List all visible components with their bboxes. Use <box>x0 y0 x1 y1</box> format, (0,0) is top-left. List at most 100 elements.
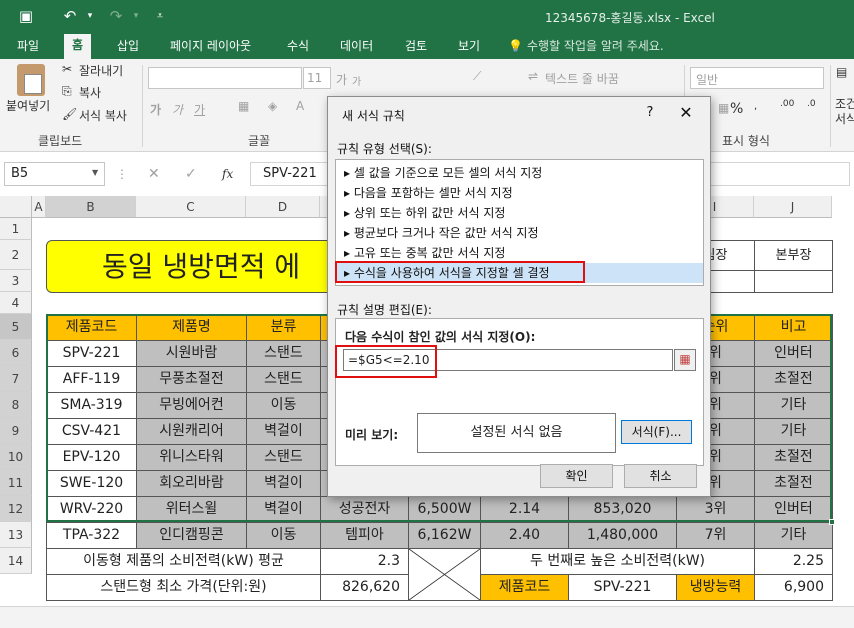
summary-value[interactable]: 6,900 <box>754 574 833 601</box>
table-cell[interactable]: EPV-120 <box>46 444 137 471</box>
row-header[interactable]: 13 <box>0 522 32 548</box>
table-cell[interactable]: 성공전자 <box>320 496 409 523</box>
table-cell[interactable]: 초절전 <box>754 470 833 497</box>
summary-key[interactable]: 제품코드 <box>480 574 569 601</box>
table-cell[interactable]: 6,500W <box>408 496 481 523</box>
name-box-dropdown-icon[interactable]: ▼ <box>92 168 98 177</box>
borders-icon[interactable]: ▦ <box>238 99 249 113</box>
table-cell[interactable]: 벽걸이 <box>246 496 321 523</box>
table-header-cell[interactable]: 제품코드 <box>46 314 137 341</box>
close-button[interactable]: ✕ <box>676 103 696 122</box>
increase-decimal-icon[interactable]: .00 <box>780 99 794 109</box>
row-header[interactable]: 1 <box>0 218 32 240</box>
table-cell[interactable]: 템피아 <box>320 522 409 549</box>
format-painter-button[interactable]: 서식 복사 <box>79 107 127 124</box>
tab-formulas[interactable]: 수식 <box>287 37 309 59</box>
tell-me-box[interactable]: 수행할 작업을 알려 주세요. <box>527 37 664 59</box>
table-cell[interactable]: 인버터 <box>754 340 833 367</box>
table-cell[interactable]: 위니스타워 <box>136 444 247 471</box>
row-header[interactable]: 11 <box>0 470 32 496</box>
table-cell[interactable]: 벽걸이 <box>246 470 321 497</box>
row-header[interactable]: 6 <box>0 340 32 366</box>
rule-type-item[interactable]: ▸ 상위 또는 하위 값만 서식 지정 <box>342 203 698 223</box>
summary-value[interactable]: 2.25 <box>754 548 833 575</box>
approval-sign-cell[interactable] <box>754 270 833 293</box>
table-cell[interactable]: AFF-119 <box>46 366 137 393</box>
conditional-format-label-2[interactable]: 서식 <box>835 110 854 127</box>
table-cell[interactable]: 인버터 <box>754 496 833 523</box>
row-header[interactable]: 14 <box>0 548 32 574</box>
rule-type-item[interactable]: ▸ 다음을 포함하는 셀만 서식 지정 <box>342 183 698 203</box>
customize-toolbar-icon[interactable]: ⩡ <box>150 6 170 26</box>
table-cell[interactable]: TPA-322 <box>46 522 137 549</box>
table-cell[interactable]: 무빙에어컨 <box>136 392 247 419</box>
table-cell[interactable]: 853,020 <box>568 496 677 523</box>
format-button[interactable]: 서식(F)... <box>621 420 692 444</box>
undo-dropdown-icon[interactable]: ▾ <box>80 6 100 26</box>
table-cell[interactable]: 1,480,000 <box>568 522 677 549</box>
redo-dropdown-icon[interactable]: ▾ <box>126 6 146 26</box>
column-header[interactable]: J <box>754 196 832 218</box>
table-cell[interactable]: 7위 <box>676 522 755 549</box>
italic-button[interactable]: 가 <box>172 101 183 118</box>
rule-type-item-selected[interactable]: ▸ 수식을 사용하여 서식을 지정할 셀 결정 <box>337 263 703 283</box>
selection-handle[interactable] <box>829 519 835 525</box>
tab-insert[interactable]: 삽입 <box>117 37 139 59</box>
rule-type-item[interactable]: ▸ 평균보다 크거나 작은 값만 서식 지정 <box>342 223 698 243</box>
orientation-icon[interactable]: ⟋ <box>473 69 481 84</box>
summary-label[interactable]: 스탠드형 최소 가격(단위:원) <box>46 574 321 601</box>
paste-icon[interactable] <box>17 64 45 96</box>
summary-label[interactable]: 두 번째로 높은 소비전력(kW) <box>480 548 755 575</box>
font-name-box[interactable] <box>148 67 302 89</box>
tab-data[interactable]: 데이터 <box>340 37 373 59</box>
conditional-format-icon[interactable]: ▤ <box>836 65 847 79</box>
table-header-cell[interactable]: 비고 <box>754 314 833 341</box>
table-cell[interactable]: WRV-220 <box>46 496 137 523</box>
table-header-cell[interactable]: 제품명 <box>136 314 247 341</box>
table-cell[interactable]: 위터스윌 <box>136 496 247 523</box>
tab-review[interactable]: 검토 <box>405 37 427 59</box>
redo-icon[interactable]: ↷ <box>106 6 126 26</box>
formula-condition-input[interactable]: =$G5<=2.10 <box>343 349 673 371</box>
save-icon[interactable]: ▣ <box>16 6 36 26</box>
ok-button[interactable]: 확인 <box>540 464 613 488</box>
table-cell[interactable]: 스탠드 <box>246 366 321 393</box>
rule-type-list[interactable]: ▸ 셀 값을 기준으로 모든 셀의 서식 지정 ▸ 다음을 포함하는 셀만 서식… <box>335 159 704 286</box>
table-cell[interactable]: 무풍초절전 <box>136 366 247 393</box>
rule-type-item[interactable]: ▸ 고유 또는 중복 값만 서식 지정 <box>342 243 698 263</box>
table-cell[interactable]: 6,162W <box>408 522 481 549</box>
summary-key[interactable]: 냉방능력 <box>676 574 755 601</box>
table-cell[interactable]: 초절전 <box>754 444 833 471</box>
summary-value[interactable]: 826,620 <box>320 574 409 601</box>
table-cell[interactable]: 이동 <box>246 392 321 419</box>
cut-button[interactable]: 잘라내기 <box>79 62 123 79</box>
summary-value[interactable]: 2.3 <box>320 548 409 575</box>
row-header[interactable]: 7 <box>0 366 32 392</box>
table-cell[interactable]: 시원바람 <box>136 340 247 367</box>
help-button[interactable]: ? <box>640 105 660 120</box>
column-header[interactable]: C <box>136 196 246 218</box>
tab-page-layout[interactable]: 페이지 레이아웃 <box>170 37 251 59</box>
fill-color-icon[interactable]: ◈ <box>268 99 277 113</box>
name-box[interactable]: B5 ▼ <box>4 162 105 186</box>
table-cell[interactable]: 초절전 <box>754 366 833 393</box>
table-cell[interactable]: 회오리바람 <box>136 470 247 497</box>
row-header[interactable]: 3 <box>0 270 32 292</box>
cancel-entry-icon[interactable]: ✕ <box>148 166 160 182</box>
underline-button[interactable]: 가 <box>194 101 205 118</box>
table-cell[interactable]: 2.40 <box>480 522 569 549</box>
table-cell[interactable]: 이동 <box>246 522 321 549</box>
confirm-entry-icon[interactable]: ✓ <box>185 166 197 182</box>
table-cell[interactable]: 기타 <box>754 392 833 419</box>
table-cell[interactable]: SMA-319 <box>46 392 137 419</box>
table-cell[interactable]: SWE-120 <box>46 470 137 497</box>
insert-function-icon[interactable]: fx <box>222 167 233 181</box>
table-cell[interactable]: 인디캠핑콘 <box>136 522 247 549</box>
wrap-text-button[interactable]: 텍스트 줄 바꿈 <box>545 70 619 87</box>
accounting-icon[interactable]: ▦ <box>718 101 729 115</box>
row-header[interactable]: 12 <box>0 496 32 522</box>
table-cell[interactable]: 벽걸이 <box>246 418 321 445</box>
column-header[interactable]: A <box>32 196 46 218</box>
table-cell[interactable]: 기타 <box>754 418 833 445</box>
row-header[interactable]: 9 <box>0 418 32 444</box>
